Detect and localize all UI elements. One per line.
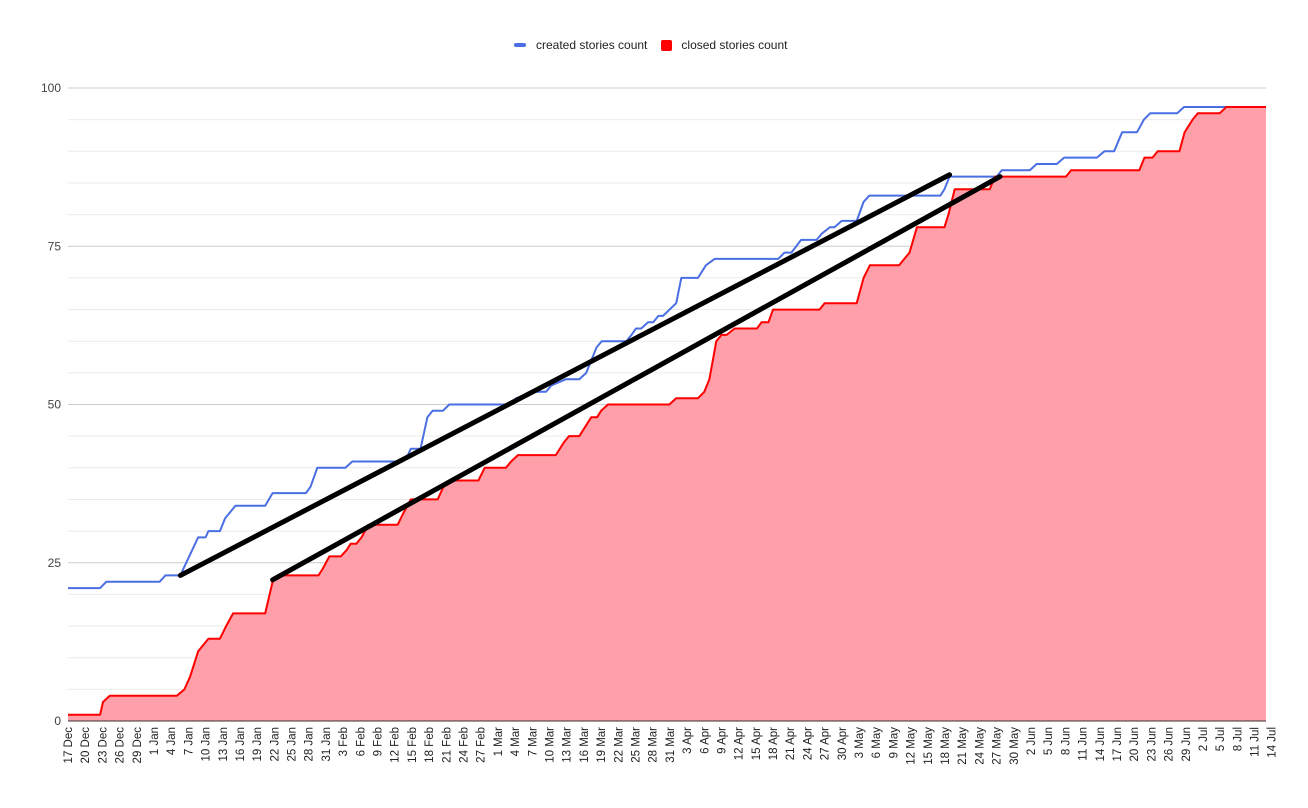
x-tick-label: 14 Jul [1267,727,1279,758]
x-tick-label: 20 Dec [80,727,92,764]
x-tick-label: 15 May [923,727,935,765]
x-tick-label: 31 Jan [321,727,333,762]
x-tick-label: 23 Dec [97,727,109,764]
x-tick-label: 21 May [957,727,969,765]
y-tick-label: 25 [48,556,62,570]
x-tick-label: 21 Feb [441,727,453,763]
x-tick-label: 25 Jan [287,727,299,762]
x-tick-label: 12 May [906,727,918,765]
x-tick-label: 18 Feb [424,727,436,763]
x-tick-label: 12 Apr [734,727,746,760]
x-tick-label: 1 Jan [149,727,161,755]
x-tick-label: 24 Feb [459,727,471,763]
x-tick-label: 10 Mar [545,727,557,763]
x-tick-label: 4 Jan [166,727,178,755]
x-tick-label: 19 Jan [252,727,264,762]
x-tick-label: 5 Jun [1043,727,1055,755]
x-tick-label: 3 May [854,727,866,759]
x-tick-label: 27 May [992,727,1004,765]
x-tick-label: 24 May [974,727,986,765]
y-tick-label: 50 [48,398,62,412]
x-tick-label: 7 Jan [183,727,195,755]
x-tick-label: 27 Apr [820,727,832,760]
x-tick-label: 2 Jun [1026,727,1038,755]
y-tick-label: 75 [48,239,62,253]
x-tick-label: 9 Feb [373,727,385,756]
x-tick-label: 6 May [871,727,883,759]
x-tick-label: 28 Mar [648,727,660,763]
x-tick-label: 19 Mar [596,727,608,763]
x-tick-label: 22 Mar [613,727,625,763]
x-tick-label: 6 Apr [699,727,711,754]
x-tick-label: 22 Jan [269,727,281,762]
x-tick-label: 17 Jun [1112,727,1124,762]
x-tick-label: 16 Mar [579,727,591,763]
x-tick-label: 28 Jan [304,727,316,762]
x-tick-label: 2 Jul [1198,727,1210,751]
x-tick-label: 18 May [940,727,952,765]
x-tick-label: 12 Feb [390,727,402,763]
chart-canvas: 0 25 50 75 100 17 Dec 20 Dec 23 Dec 26 Dec 29 De… [41,81,1279,765]
x-tick-label: 29 Dec [132,727,144,764]
x-tick-label: 1 Mar [493,727,505,757]
x-tick-label: 4 Mar [510,727,522,757]
y-axis-ticks: 0 25 50 75 100 [41,81,61,728]
x-tick-label: 21 Apr [785,727,797,760]
x-tick-label: 15 Apr [751,727,763,760]
x-tick-label: 9 Apr [717,727,729,754]
x-tick-label: 8 Jul [1232,727,1244,751]
x-tick-label: 13 Jan [218,727,230,762]
x-tick-label: 10 Jan [201,727,213,762]
x-tick-label: 26 Dec [115,727,127,764]
x-tick-label: 30 Apr [837,727,849,760]
x-tick-label: 25 Mar [631,727,643,763]
x-tick-label: 15 Feb [407,727,419,763]
x-tick-label: 30 May [1009,727,1021,765]
x-tick-label: 9 May [888,727,900,759]
x-tick-label: 7 Mar [527,727,539,757]
closed-series-area [68,107,1266,721]
x-tick-label: 17 Dec [63,727,75,764]
x-axis-ticks: 17 Dec 20 Dec 23 Dec 26 Dec 29 Dec 1 Jan 4 Jan… [63,727,1279,765]
x-tick-label: 3 Apr [682,727,694,754]
x-tick-label: 20 Jun [1129,727,1141,762]
x-tick-label: 23 Jun [1146,727,1158,762]
x-tick-label: 16 Jan [235,727,247,762]
y-tick-label: 100 [41,81,61,95]
x-tick-label: 11 Jul [1250,727,1262,757]
y-tick-label: 0 [54,714,61,728]
x-tick-label: 18 Apr [768,727,780,760]
x-tick-label: 29 Jun [1181,727,1193,762]
series-areas [68,107,1266,721]
x-tick-label: 11 Jun [1078,727,1090,761]
x-tick-label: 27 Feb [476,727,488,763]
x-tick-label: 26 Jun [1164,727,1176,762]
x-tick-label: 13 Mar [562,727,574,763]
x-tick-label: 8 Jun [1060,727,1072,755]
x-tick-label: 14 Jun [1095,727,1107,762]
x-tick-label: 5 Jul [1215,727,1227,751]
x-tick-label: 6 Feb [355,727,367,756]
x-tick-label: 31 Mar [665,727,677,763]
x-tick-label: 24 Apr [802,727,814,760]
x-tick-label: 3 Feb [338,727,350,756]
